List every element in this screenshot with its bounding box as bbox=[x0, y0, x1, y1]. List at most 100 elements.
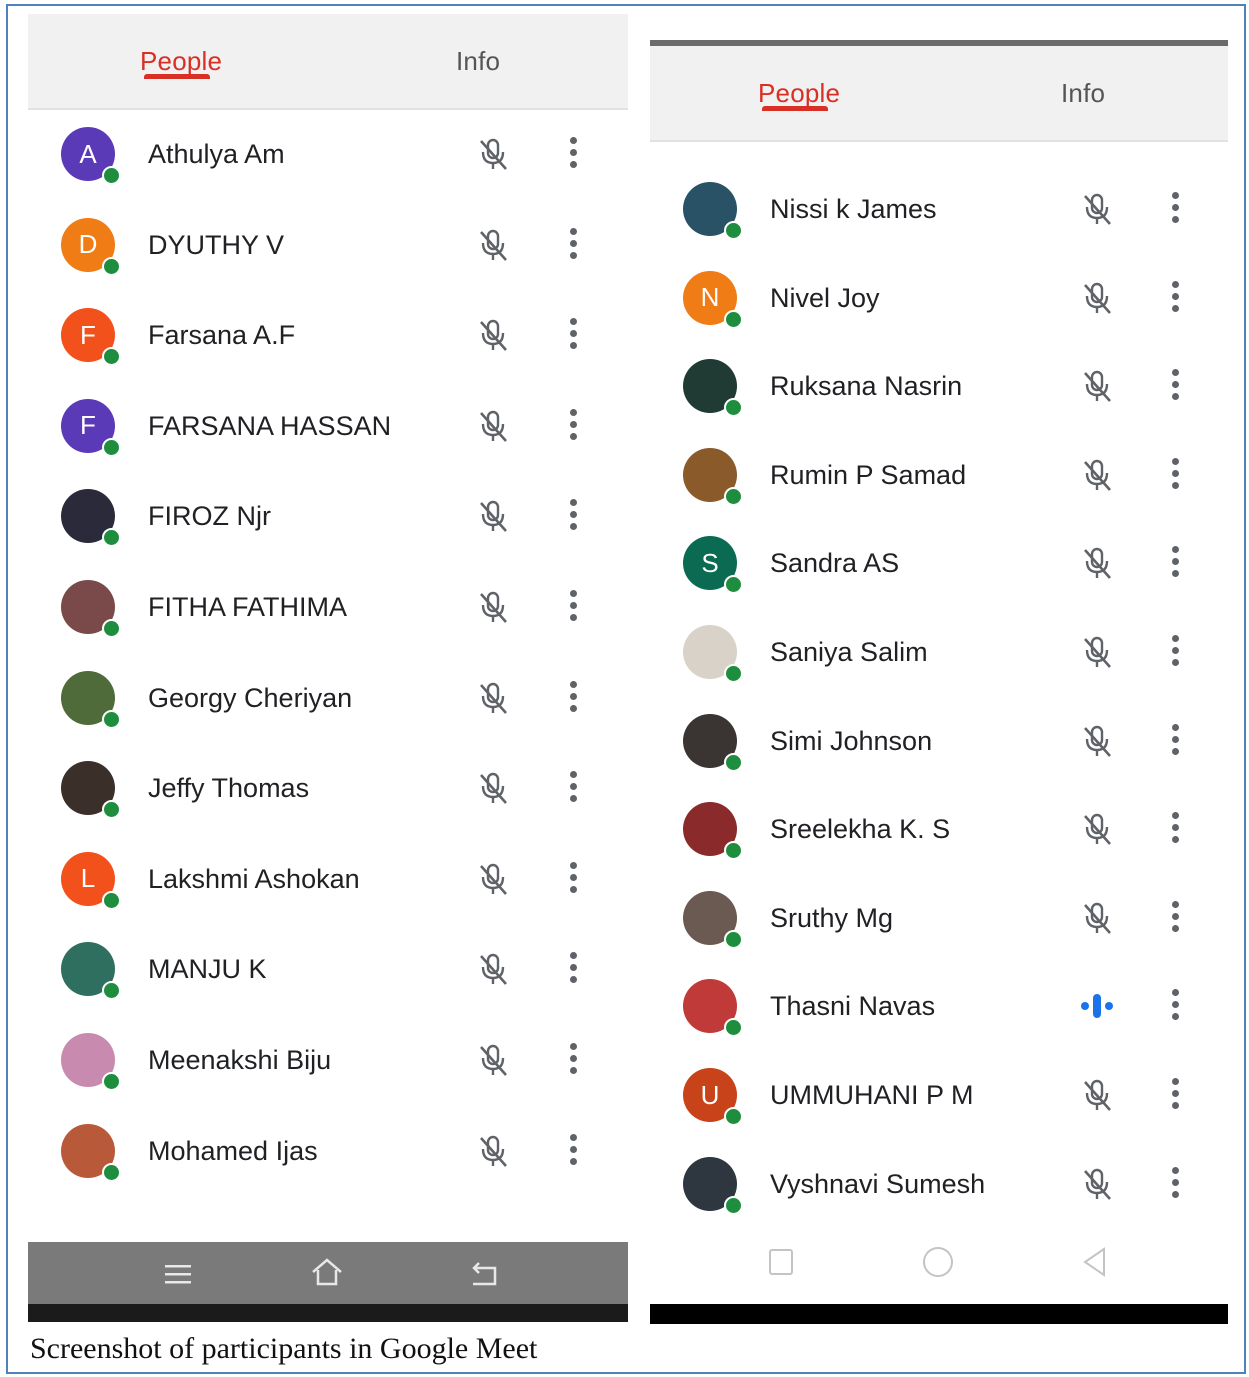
participant-row[interactable]: S Sandra AS bbox=[650, 520, 1228, 610]
presence-indicator bbox=[102, 256, 121, 276]
participant-row[interactable]: Meenakshi Biju bbox=[28, 1017, 628, 1107]
participant-name: Saniya Salim bbox=[770, 637, 928, 667]
avatar bbox=[683, 713, 743, 772]
avatar bbox=[683, 447, 743, 506]
participant-row[interactable]: Jeffy Thomas bbox=[28, 745, 628, 835]
more-options-icon[interactable] bbox=[566, 1133, 580, 1170]
speaking-indicator-icon bbox=[1078, 987, 1116, 1025]
more-options-icon[interactable] bbox=[566, 680, 580, 717]
participant-name: Simi Johnson bbox=[770, 725, 933, 756]
tab-people[interactable]: People bbox=[140, 46, 223, 79]
avatar bbox=[683, 979, 743, 1038]
mic-off-icon bbox=[474, 860, 512, 898]
more-options-icon[interactable] bbox=[1168, 812, 1182, 848]
presence-indicator bbox=[102, 528, 121, 548]
mic-off-icon bbox=[1078, 456, 1116, 494]
more-options-icon[interactable] bbox=[1168, 1078, 1182, 1114]
more-options-icon[interactable] bbox=[566, 952, 580, 988]
participant-row[interactable]: Ruksana Nasrin bbox=[650, 343, 1228, 433]
participant-row[interactable]: F FARSANA HASSAN bbox=[28, 383, 628, 473]
back-icon[interactable] bbox=[1075, 1242, 1115, 1282]
participant-name: FIROZ Njr bbox=[148, 501, 271, 532]
participant-row[interactable]: Thasni Navas bbox=[650, 963, 1228, 1053]
more-options-icon[interactable] bbox=[1168, 546, 1182, 582]
tab-people[interactable]: People bbox=[758, 78, 840, 111]
participant-name: Georgy Cheriyan bbox=[148, 682, 353, 713]
presence-indicator bbox=[724, 486, 743, 506]
participant-row[interactable]: MANJU K bbox=[28, 926, 628, 1016]
presence-indicator bbox=[724, 929, 743, 949]
tab-info[interactable]: Info bbox=[456, 46, 500, 77]
participant-row[interactable]: F Farsana A.F bbox=[28, 292, 628, 382]
participant-row[interactable]: Rumin P Samad bbox=[650, 432, 1228, 522]
recents-icon[interactable] bbox=[761, 1242, 801, 1282]
presence-indicator bbox=[102, 709, 121, 729]
more-options-icon[interactable] bbox=[566, 499, 580, 535]
presence-indicator bbox=[102, 890, 121, 910]
participant-row[interactable]: FIROZ Njr bbox=[28, 473, 628, 563]
tab-info-label: Info bbox=[1061, 78, 1106, 108]
more-options-icon[interactable] bbox=[566, 408, 580, 445]
more-options-icon[interactable] bbox=[566, 227, 580, 264]
more-options-icon[interactable] bbox=[566, 590, 580, 626]
presence-indicator bbox=[102, 800, 121, 820]
presence-indicator bbox=[724, 752, 743, 772]
participant-row[interactable]: Sruthy Mg bbox=[650, 875, 1228, 965]
participants-panel-left: People Info A Athulya Am D DYUTHY V F Farsana… bbox=[28, 14, 628, 1322]
participant-row[interactable]: Sreelekha K. S bbox=[650, 786, 1228, 876]
more-options-icon[interactable] bbox=[1168, 457, 1182, 494]
more-options-icon[interactable] bbox=[566, 1043, 580, 1079]
tab-bar: People Info bbox=[650, 46, 1228, 142]
more-options-icon[interactable] bbox=[1168, 280, 1182, 317]
more-options-icon[interactable] bbox=[1168, 369, 1182, 405]
participant-row[interactable]: FITHA FATHIMA bbox=[28, 564, 628, 654]
participant-row[interactable]: Nissi k James bbox=[650, 166, 1228, 256]
participant-row[interactable]: Vyshnavi Sumesh bbox=[650, 1141, 1228, 1231]
more-options-icon[interactable] bbox=[1168, 989, 1182, 1025]
presence-indicator bbox=[724, 1018, 743, 1038]
avatar: F bbox=[61, 398, 121, 457]
participant-row[interactable]: N Nivel Joy bbox=[650, 255, 1228, 345]
participant-name: Athulya Am bbox=[148, 139, 285, 169]
participant-row[interactable]: U UMMUHANI P M bbox=[650, 1052, 1228, 1142]
avatar bbox=[683, 359, 743, 418]
participant-row[interactable]: Simi Johnson bbox=[650, 698, 1228, 788]
home-icon[interactable] bbox=[918, 1242, 958, 1282]
more-options-icon[interactable] bbox=[566, 318, 580, 354]
nav-bar-bottom-edge bbox=[28, 1304, 628, 1322]
mic-off-icon bbox=[474, 226, 512, 264]
participant-name: Vyshnavi Sumesh bbox=[770, 1168, 986, 1199]
mic-off-icon bbox=[1078, 722, 1116, 760]
more-options-icon[interactable] bbox=[566, 137, 580, 173]
back-icon[interactable] bbox=[465, 1254, 505, 1294]
participant-name: UMMUHANI P M bbox=[770, 1080, 974, 1110]
mic-off-icon bbox=[1078, 810, 1116, 848]
avatar: N bbox=[683, 270, 743, 329]
more-options-icon[interactable] bbox=[1168, 900, 1182, 937]
more-options-icon[interactable] bbox=[1168, 635, 1182, 671]
menu-icon[interactable] bbox=[158, 1254, 198, 1294]
tab-active-indicator bbox=[144, 74, 210, 79]
mic-off-icon bbox=[1078, 190, 1116, 228]
participant-row[interactable]: Georgy Cheriyan bbox=[28, 655, 628, 745]
participant-row[interactable]: A Athulya Am bbox=[28, 111, 628, 201]
more-options-icon[interactable] bbox=[1168, 1166, 1182, 1203]
home-icon[interactable] bbox=[307, 1252, 347, 1292]
mic-off-icon bbox=[474, 497, 512, 535]
more-options-icon[interactable] bbox=[566, 861, 580, 898]
tab-people-label: People bbox=[140, 46, 223, 76]
presence-indicator bbox=[102, 347, 121, 367]
tab-active-indicator bbox=[762, 106, 828, 111]
more-options-icon[interactable] bbox=[1168, 192, 1182, 228]
tab-info[interactable]: Info bbox=[1061, 78, 1105, 109]
more-options-icon[interactable] bbox=[1168, 723, 1182, 760]
participant-row[interactable]: D DYUTHY V bbox=[28, 202, 628, 292]
presence-indicator bbox=[724, 664, 743, 683]
participant-row[interactable]: Mohamed Ijas bbox=[28, 1108, 628, 1198]
participant-name: DYUTHY V bbox=[148, 229, 285, 260]
participant-row[interactable]: L Lakshmi Ashokan bbox=[28, 836, 628, 926]
avatar: U bbox=[683, 1068, 743, 1126]
presence-indicator bbox=[724, 221, 743, 240]
more-options-icon[interactable] bbox=[566, 771, 580, 807]
participant-row[interactable]: Saniya Salim bbox=[650, 609, 1228, 699]
